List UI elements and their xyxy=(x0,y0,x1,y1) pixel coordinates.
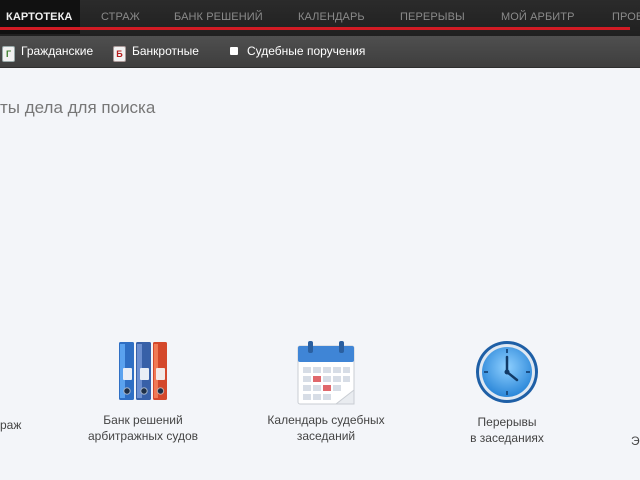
filter-court-orders-label: Судебные поручения xyxy=(247,44,366,58)
checkbox-icon[interactable] xyxy=(230,47,238,55)
tile-strazh-caption[interactable]: раж xyxy=(0,418,21,432)
bankruptcy-badge-icon: Б xyxy=(113,46,126,62)
civil-badge-icon: Г xyxy=(2,46,15,62)
binders-icon xyxy=(119,342,167,400)
tile-calendar-caption: Календарь судебных заседаний xyxy=(267,413,385,443)
filter-bankruptcy[interactable]: Б Банкротные xyxy=(113,36,199,67)
tile-calendar[interactable]: Календарь судебных заседаний xyxy=(264,338,388,444)
calendar-icon xyxy=(297,341,355,405)
filter-court-orders[interactable]: Судебные поручения xyxy=(230,36,365,67)
tile-next-caption[interactable]: Э xyxy=(631,434,640,448)
tile-pereryvy[interactable]: Перерывы в заседаниях xyxy=(456,340,558,446)
active-underline xyxy=(0,27,630,30)
filter-civil[interactable]: Г Гражданские xyxy=(2,36,93,67)
tile-pereryvy-caption: Перерывы в заседаниях xyxy=(470,415,544,445)
filter-bankruptcy-label: Банкротные xyxy=(132,44,199,58)
sub-nav: Г Гражданские Б Банкротные Судебные поруче… xyxy=(0,36,640,68)
tile-bank-resheniy-caption: Банк решений арбитражных судов xyxy=(87,413,199,443)
top-nav: КАРТОТЕКА СТРАЖ БАНК РЕШЕНИЙ КАЛЕНДАРЬ П… xyxy=(0,0,640,36)
filter-civil-label: Гражданские xyxy=(21,44,94,58)
clock-icon xyxy=(476,341,538,403)
tile-bank-resheniy[interactable]: Банк решений арбитражных судов xyxy=(82,338,204,444)
search-heading: ты дела для поиска xyxy=(0,98,156,117)
